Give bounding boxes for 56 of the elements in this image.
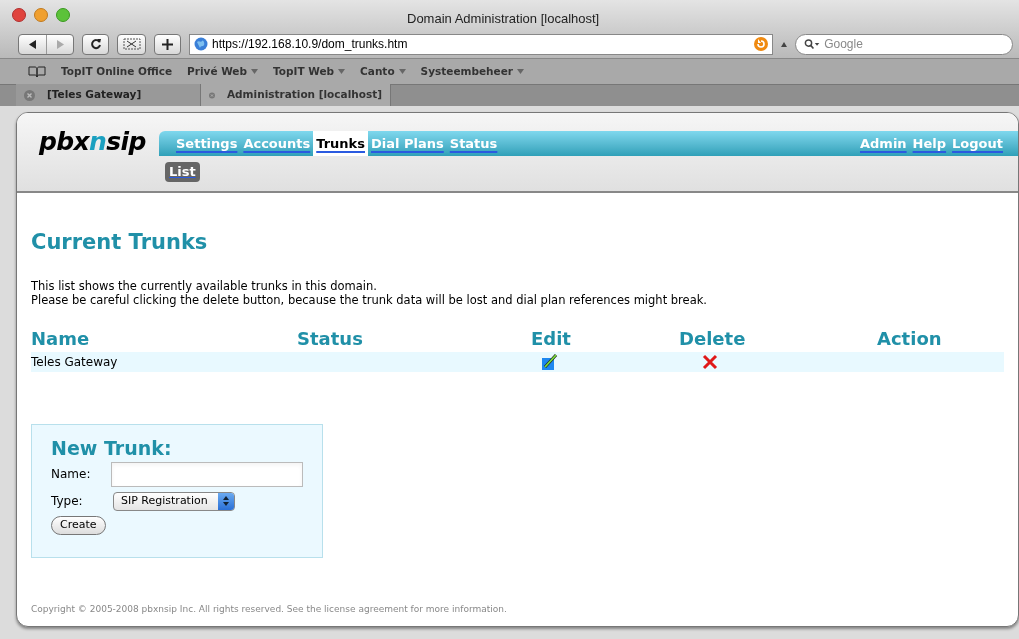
type-select[interactable]: SIP Registration: [113, 491, 235, 511]
search-icon: [804, 38, 821, 50]
column-header: Delete: [679, 326, 747, 351]
book-icon[interactable]: [28, 65, 46, 78]
search-field[interactable]: Google: [795, 33, 1013, 55]
panel-heading: New Trunk:: [51, 436, 173, 459]
table-cell-text: Teles Gateway: [31, 353, 119, 371]
select-arrows-icon: [223, 496, 229, 506]
caret-icon: [338, 69, 346, 74]
column-header: Action: [877, 326, 943, 351]
column-header: Edit: [531, 326, 572, 351]
bookmark-item[interactable]: Privé Web: [187, 63, 258, 80]
caret-icon: [251, 69, 258, 74]
edit-icon[interactable]: [541, 352, 559, 371]
caret-icon: [517, 69, 524, 74]
close-tab-icon[interactable]: [24, 89, 35, 101]
bookmark-item[interactable]: TopIT Online Office: [61, 63, 173, 80]
copyright-text: Copyright © 2005-2008 pbxnsip Inc. All rights reserved. See the license agreement for more information.: [31, 602, 508, 616]
delete-icon[interactable]: [702, 353, 718, 370]
column-header: Name: [31, 326, 91, 351]
back-arrow-icon: [29, 39, 36, 49]
logo-text: pbxnsip: [39, 127, 146, 156]
nav-tab[interactable]: Trunks: [313, 131, 368, 156]
bookmark-item[interactable]: Systeembeheer: [420, 63, 524, 80]
resize-handle-icon[interactable]: [781, 41, 787, 47]
plus-icon: [162, 38, 173, 50]
field-label: Name:: [51, 466, 92, 483]
create-button[interactable]: Create: [51, 515, 106, 535]
close-window-icon[interactable]: [12, 8, 26, 22]
url-text: https://192.168.10.9/dom_trunks.htm: [212, 36, 409, 53]
back-forward-buttons[interactable]: [18, 33, 74, 55]
browser-tab[interactable]: Administration [localhost]: [201, 84, 391, 106]
column-header: Status: [297, 326, 364, 351]
caret-icon: [398, 69, 406, 74]
reload-circle-icon[interactable]: [754, 37, 768, 51]
forward-arrow-icon: [56, 39, 64, 49]
globe-icon: [194, 37, 208, 51]
search-input[interactable]: Google: [824, 35, 1004, 53]
field-label: Type:: [51, 493, 84, 510]
description-text: Please be careful clicking the delete button, because the trunk data will be lost and dial plan references might break.: [31, 292, 709, 307]
bookmark-item[interactable]: Canto: [360, 63, 406, 80]
add-bookmark-button[interactable]: [154, 33, 181, 55]
snippet-button[interactable]: [117, 33, 146, 55]
address-field[interactable]: https://192.168.10.9/dom_trunks.htm: [189, 33, 773, 55]
scissors-icon: [122, 38, 141, 50]
browser-tab[interactable]: [Teles Gateway]: [16, 84, 201, 106]
reload-icon: [89, 38, 102, 50]
bookmark-item[interactable]: TopIT Web: [273, 63, 346, 80]
description-text: This list shows the currently available trunks in this domain.: [31, 278, 378, 293]
subnav-tab[interactable]: List: [165, 162, 200, 182]
reload-button[interactable]: [82, 33, 109, 55]
name-input[interactable]: [111, 461, 303, 487]
minimize-window-icon[interactable]: [34, 8, 48, 22]
window-title: Domain Administration [localhost]: [407, 10, 600, 28]
zoom-window-icon[interactable]: [56, 8, 70, 22]
page-heading: Current Trunks: [31, 229, 209, 256]
